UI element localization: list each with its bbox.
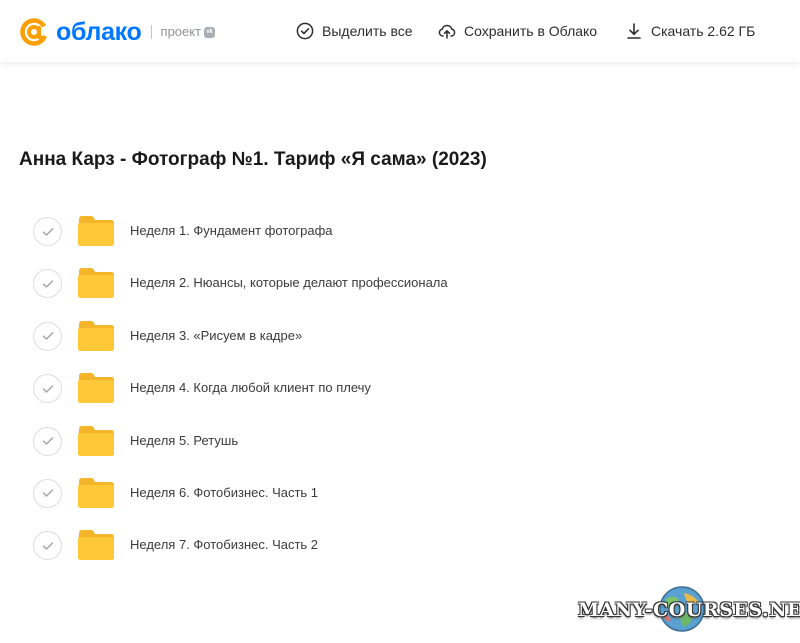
- select-all-button[interactable]: Выделить все: [296, 20, 413, 42]
- checkmark-icon: [42, 332, 53, 341]
- select-checkbox[interactable]: [33, 217, 62, 246]
- folder-name[interactable]: Неделя 6. Фотобизнес. Часть 1: [130, 485, 318, 500]
- folder-row[interactable]: Неделя 3. «Рисуем в кадре»: [0, 310, 800, 362]
- select-checkbox[interactable]: [33, 269, 62, 299]
- folder-name[interactable]: Неделя 1. Фундамент фотографа: [130, 223, 333, 238]
- folder-row[interactable]: Неделя 1. Фундамент фотографа: [0, 205, 800, 257]
- checkmark-icon: [42, 489, 53, 498]
- folder-row[interactable]: Неделя 6. Фотобизнес. Часть 1: [0, 467, 800, 519]
- download-icon: [627, 23, 641, 39]
- select-checkbox[interactable]: [33, 531, 62, 561]
- checkmark-icon: [42, 227, 53, 236]
- folder-name[interactable]: Неделя 4. Когда любой клиент по плечу: [130, 380, 371, 395]
- watermark: MANY-COURSES.NET: [578, 585, 800, 635]
- save-to-cloud-button[interactable]: Сохранить в Облако: [438, 20, 597, 42]
- top-header: облако проект vk Выделить все Сохранить …: [0, 0, 800, 62]
- folder-icon: [78, 425, 114, 456]
- cloud-upload-icon: [438, 24, 456, 39]
- check-circle-icon: [296, 22, 314, 40]
- logo-divider: [150, 25, 152, 39]
- select-all-label: Выделить все: [322, 23, 413, 39]
- folder-icon: [78, 320, 114, 351]
- folder-icon: [78, 530, 114, 561]
- folder-name[interactable]: Неделя 3. «Рисуем в кадре»: [130, 328, 302, 343]
- vk-badge: vk: [204, 26, 216, 38]
- logo-text: облако: [56, 18, 142, 46]
- folder-name[interactable]: Неделя 5. Ретушь: [130, 433, 238, 448]
- save-to-cloud-label: Сохранить в Облако: [464, 23, 598, 39]
- folder-row[interactable]: Неделя 2. Нюансы, которые делают професс…: [0, 257, 800, 309]
- folder-row[interactable]: Неделя 7. Фотобизнес. Часть 2: [0, 519, 800, 571]
- oblako-logo[interactable]: облако проект vk: [19, 16, 216, 48]
- download-button[interactable]: Скачать 2.62 ГБ: [625, 20, 755, 42]
- folder-icon: [78, 373, 114, 404]
- folder-list: Неделя 1. Фундамент фотографа Неделя 2. …: [0, 205, 800, 572]
- select-checkbox[interactable]: [33, 426, 62, 456]
- folder-row[interactable]: Неделя 5. Ретушь: [0, 415, 800, 467]
- checkmark-icon: [42, 280, 53, 288]
- checkmark-icon: [42, 384, 53, 393]
- page-title: Анна Карз - Фотограф №1. Тариф «Я сама» …: [19, 149, 487, 170]
- download-label: Скачать 2.62 ГБ: [651, 23, 756, 39]
- project-label: проект: [160, 24, 202, 39]
- select-checkbox[interactable]: [33, 478, 62, 508]
- folder-icon: [78, 216, 114, 246]
- folder-icon: [78, 477, 114, 508]
- watermark-text: MANY-COURSES.NET: [578, 599, 800, 621]
- select-checkbox[interactable]: [33, 374, 62, 404]
- folder-name[interactable]: Неделя 7. Фотобизнес. Часть 2: [130, 537, 318, 552]
- select-checkbox[interactable]: [33, 321, 62, 351]
- folder-row[interactable]: Неделя 4. Когда любой клиент по плечу: [0, 362, 800, 414]
- checkmark-icon: [42, 437, 53, 445]
- at-sign-logo-icon: [20, 18, 48, 46]
- folder-icon: [78, 268, 114, 299]
- checkmark-icon: [42, 542, 53, 550]
- folder-name[interactable]: Неделя 2. Нюансы, которые делают професс…: [130, 275, 448, 290]
